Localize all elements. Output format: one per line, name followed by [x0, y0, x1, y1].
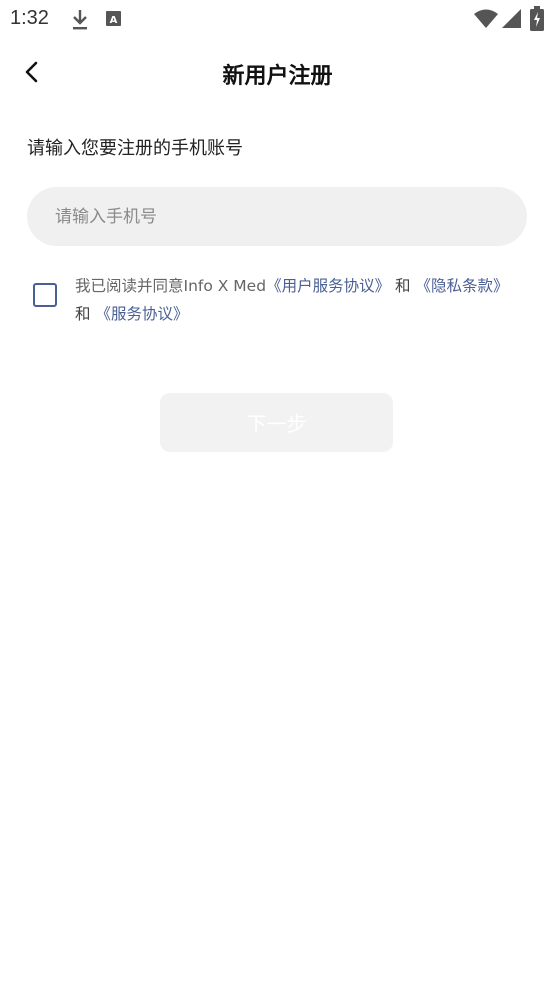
- download-icon: [70, 8, 90, 36]
- phone-prompt-label: 请输入您要注册的手机账号: [27, 138, 243, 159]
- register-screen: 1:32 A 新用户注册 请输入您要注册的手机账号 请输入手机号 我已阅读并同意…: [0, 0, 555, 986]
- user-service-agreement-link[interactable]: 《用户服务协议》: [266, 277, 390, 295]
- phone-input-container: [27, 187, 527, 246]
- a-badge-icon: A: [105, 8, 123, 34]
- agreement-prefix: 我已阅读并同意Info X Med: [75, 277, 267, 295]
- page-title: 新用户注册: [222, 64, 333, 89]
- service-agreement-link[interactable]: 《服务协议》: [95, 305, 188, 323]
- wifi-icon: [474, 9, 498, 33]
- privacy-terms-link[interactable]: 《隐私条款》: [415, 277, 508, 295]
- status-bar: 1:32 A: [0, 0, 555, 40]
- agreement-text: 我已阅读并同意Info X Med《用户服务协议》 和 《隐私条款》和 《服务协…: [75, 272, 530, 328]
- header: 新用户注册: [0, 44, 555, 104]
- phone-input[interactable]: [27, 187, 527, 246]
- next-step-button[interactable]: 下一步: [160, 393, 393, 452]
- status-time: 1:32: [10, 7, 49, 29]
- signal-icon: [502, 9, 522, 33]
- agreement-and-2: 和: [75, 305, 96, 323]
- svg-text:A: A: [110, 15, 118, 26]
- agreement-and-1: 和: [390, 277, 416, 295]
- agreement-checkbox[interactable]: [33, 283, 57, 307]
- battery-icon: [530, 6, 544, 36]
